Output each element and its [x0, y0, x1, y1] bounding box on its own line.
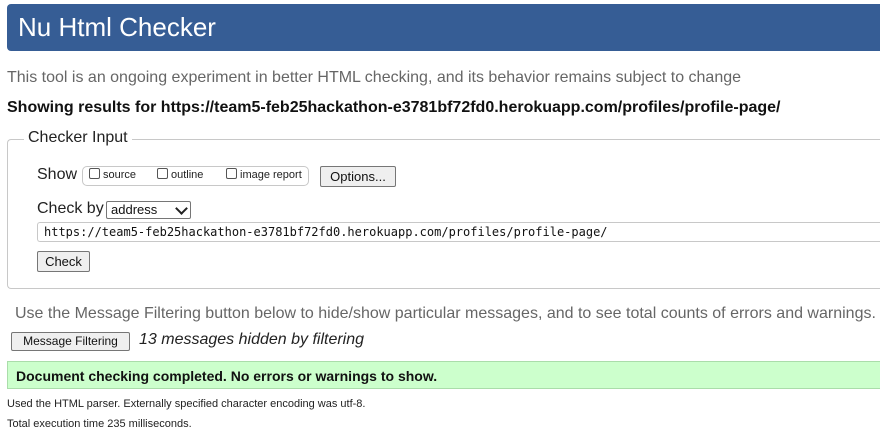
show-source-option[interactable]: source	[89, 168, 136, 181]
check-by-label: Check by	[37, 200, 104, 217]
chevron-down-icon	[175, 202, 188, 215]
check-by-select[interactable]: address	[106, 201, 191, 219]
tagline: This tool is an ongoing experiment in be…	[7, 69, 742, 86]
image-report-checkbox[interactable]	[226, 168, 237, 179]
outline-checkbox[interactable]	[157, 168, 168, 179]
show-image-report-option[interactable]: image report	[226, 168, 302, 181]
parser-note: Used the HTML parser. Externally specifi…	[7, 398, 366, 410]
options-button[interactable]: Options...	[320, 166, 396, 187]
source-checkbox-label: source	[103, 169, 137, 181]
image-report-checkbox-label: image report	[240, 169, 302, 181]
source-checkbox[interactable]	[89, 168, 100, 179]
page-title: Nu Html Checker	[18, 12, 216, 42]
filtering-note: Use the Message Filtering button below t…	[15, 305, 876, 322]
message-filtering-button[interactable]: Message Filtering	[11, 332, 130, 351]
execution-time: Total execution time 235 milliseconds.	[7, 418, 192, 430]
hidden-messages-count: 13 messages hidden by filtering	[139, 331, 365, 348]
outline-checkbox-label: outline	[171, 169, 204, 181]
url-input[interactable]: https://team5-feb25hackathon-e3781bf72fd…	[37, 222, 880, 242]
check-button[interactable]: Check	[37, 251, 90, 272]
show-outline-option[interactable]: outline	[157, 168, 203, 181]
show-options-group: source outline image report	[82, 166, 309, 186]
header-bar: Nu Html Checker	[7, 4, 880, 51]
checker-input-legend: Checker Input	[24, 129, 132, 147]
success-message-box: Document checking completed. No errors o…	[7, 361, 880, 389]
check-by-selected-value: address	[111, 202, 158, 217]
page: Nu Html Checker This tool is an ongoing …	[0, 0, 880, 432]
results-heading: Showing results for https://team5-feb25h…	[7, 99, 781, 116]
show-label: Show	[37, 166, 78, 183]
success-message: Document checking completed. No errors o…	[16, 368, 438, 384]
